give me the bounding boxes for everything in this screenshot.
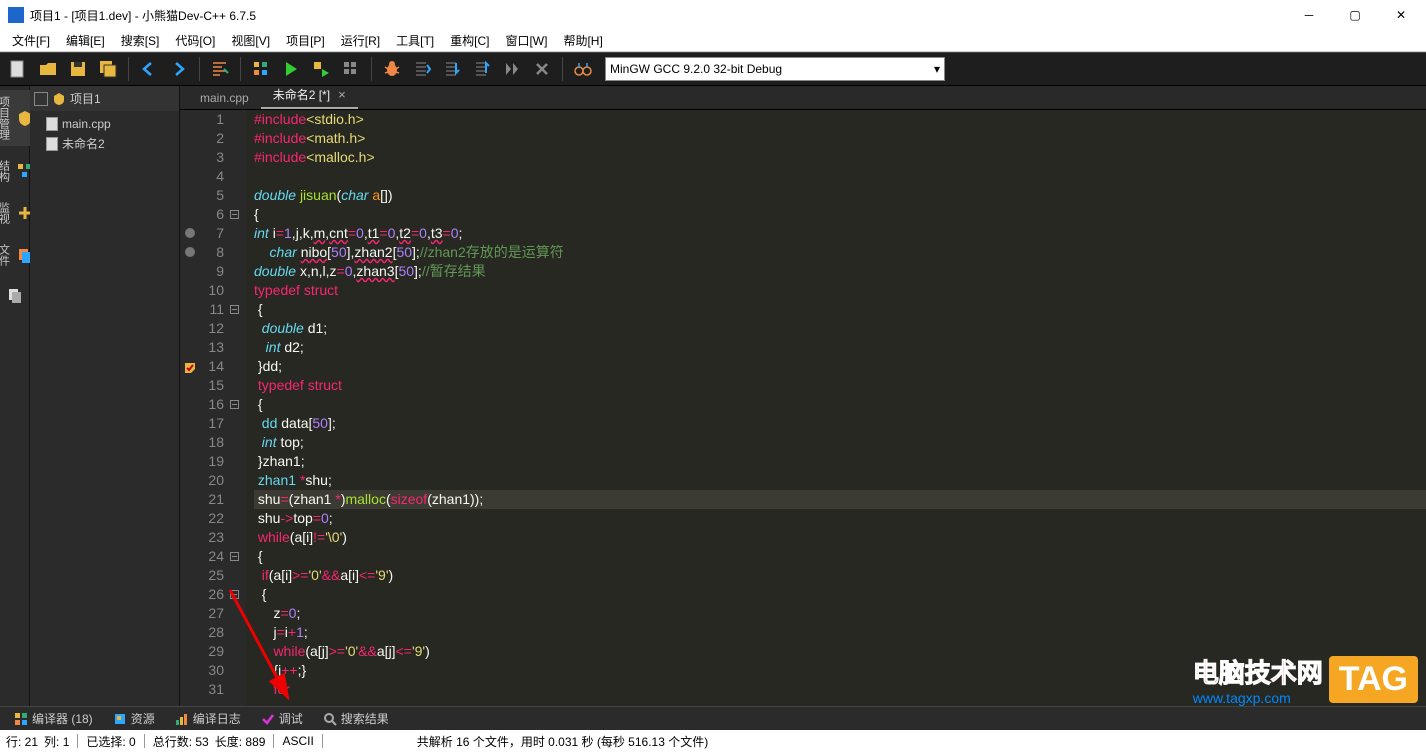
breakpoint-gutter[interactable] [180,110,200,706]
app-icon [8,7,24,23]
check-icon [261,712,275,726]
status-total-lines: 总行数: 53 [153,733,209,750]
editor-tabs: main.cpp 未命名2 [*]× [180,86,1426,110]
tab-unnamed2[interactable]: 未命名2 [*]× [261,82,358,109]
minimize-button[interactable]: ─ [1286,0,1332,30]
status-encoding: ASCII [282,734,313,748]
chevron-down-icon: ▾ [934,62,940,76]
project-name[interactable]: 项目1 [70,90,101,107]
vtab-copy[interactable] [4,280,26,310]
watermark-tag: TAG [1329,656,1418,703]
btab-resources[interactable]: 资源 [105,708,163,729]
code-content[interactable]: #include<stdio.h> #include<math.h> #incl… [246,110,1426,706]
menu-window[interactable]: 窗口[W] [497,30,555,51]
menu-edit[interactable]: 编辑[E] [58,30,113,51]
new-file-icon[interactable] [4,55,32,83]
tree-file[interactable]: 未命名2 [42,133,179,154]
breakpoint-icon[interactable] [185,247,195,257]
search-icon [323,712,337,726]
compiler-select[interactable]: MinGW GCC 9.2.0 32-bit Debug ▾ [605,57,945,81]
status-selected: 已选择: 0 [86,733,135,750]
step-out-icon[interactable] [468,55,496,83]
project-header: 项目1 [30,86,179,111]
watermark: 电脑技术网 www.tagxp.com TAG [1193,653,1418,706]
rebuild-icon[interactable] [337,55,365,83]
btab-log[interactable]: 编译日志 [167,708,249,729]
menu-file[interactable]: 文件[F] [4,30,58,51]
copy-icon [6,286,24,304]
project-panel: 项目1 main.cpp 未命名2 [30,86,180,706]
watermark-url: www.tagxp.com [1193,690,1323,706]
status-length: 长度: 889 [215,733,266,750]
line-number-gutter: 1234567891011121314151617181920212223242… [200,110,230,706]
btab-debug[interactable]: 调试 [253,708,311,729]
status-parse-info: 共解析 16 个文件，用时 0.031 秒 (每秒 516.13 个文件) [417,733,708,750]
fold-toggle-icon[interactable] [230,400,239,409]
open-file-icon[interactable] [34,55,62,83]
stop-icon[interactable] [528,55,556,83]
compiler-label: MinGW GCC 9.2.0 32-bit Debug [610,62,782,76]
project-tree: main.cpp 未命名2 [30,111,179,154]
menu-view[interactable]: 视图[V] [223,30,278,51]
fold-toggle-icon[interactable] [230,590,239,599]
compiler-icon [14,712,28,726]
sidebar-vertical-tabs: 项目管理 结构 监视 文件 [0,86,30,706]
menu-project[interactable]: 项目[P] [278,30,333,51]
status-line: 行: 21 [6,733,38,750]
status-bar: 行: 21 列: 1 已选择: 0 总行数: 53 长度: 889 ASCII … [0,730,1426,752]
bookmark-icon[interactable] [184,360,196,372]
menu-search[interactable]: 搜索[S] [113,30,168,51]
watermark-text: 电脑技术网 [1193,653,1323,690]
back-icon[interactable] [135,55,163,83]
status-col: 列: 1 [44,733,69,750]
btab-compiler[interactable]: 编译器 (18) [6,708,101,729]
log-icon [175,712,189,726]
debug-icon[interactable] [378,55,406,83]
menu-bar: 文件[F] 编辑[E] 搜索[S] 代码[O] 视图[V] 项目[P] 运行[R… [0,30,1426,52]
continue-icon[interactable] [498,55,526,83]
fold-toggle-icon[interactable] [230,210,239,219]
btab-search-results[interactable]: 搜索结果 [315,708,397,729]
fold-toggle-icon[interactable] [230,552,239,561]
forward-icon[interactable] [165,55,193,83]
save-icon[interactable] [64,55,92,83]
project-shield-icon [52,92,66,106]
fold-gutter[interactable] [230,110,246,706]
window-titlebar: 项目1 - [项目1.dev] - 小熊猫Dev-C++ 6.7.5 ─ ▢ ✕ [0,0,1426,30]
tree-file[interactable]: main.cpp [42,115,179,133]
search-binoculars-icon[interactable] [569,55,597,83]
grid-icon[interactable] [247,55,275,83]
menu-code[interactable]: 代码[O] [167,30,223,51]
toolbar: MinGW GCC 9.2.0 32-bit Debug ▾ [0,52,1426,86]
close-tab-icon[interactable]: × [338,87,346,102]
save-all-icon[interactable] [94,55,122,83]
window-title: 项目1 - [项目1.dev] - 小熊猫Dev-C++ 6.7.5 [30,7,1286,24]
fold-toggle-icon[interactable] [230,305,239,314]
editor-area: main.cpp 未命名2 [*]× 123456789101112131415… [180,86,1426,706]
resources-icon [113,712,127,726]
format-icon[interactable] [206,55,234,83]
collapse-toggle-icon[interactable] [34,92,48,106]
step-over-icon[interactable] [408,55,436,83]
breakpoint-icon[interactable] [185,228,195,238]
maximize-button[interactable]: ▢ [1332,0,1378,30]
menu-help[interactable]: 帮助[H] [555,30,610,51]
menu-run[interactable]: 运行[R] [333,30,388,51]
menu-refactor[interactable]: 重构[C] [442,30,497,51]
compile-run-icon[interactable] [307,55,335,83]
step-into-icon[interactable] [438,55,466,83]
code-editor[interactable]: 1234567891011121314151617181920212223242… [180,110,1426,706]
bottom-panel-tabs: 编译器 (18) 资源 编译日志 调试 搜索结果 [0,706,1426,730]
tab-main[interactable]: main.cpp [188,87,261,109]
file-icon [46,137,58,151]
menu-tools[interactable]: 工具[T] [388,30,442,51]
close-button[interactable]: ✕ [1378,0,1424,30]
file-icon [46,117,58,131]
run-icon[interactable] [277,55,305,83]
